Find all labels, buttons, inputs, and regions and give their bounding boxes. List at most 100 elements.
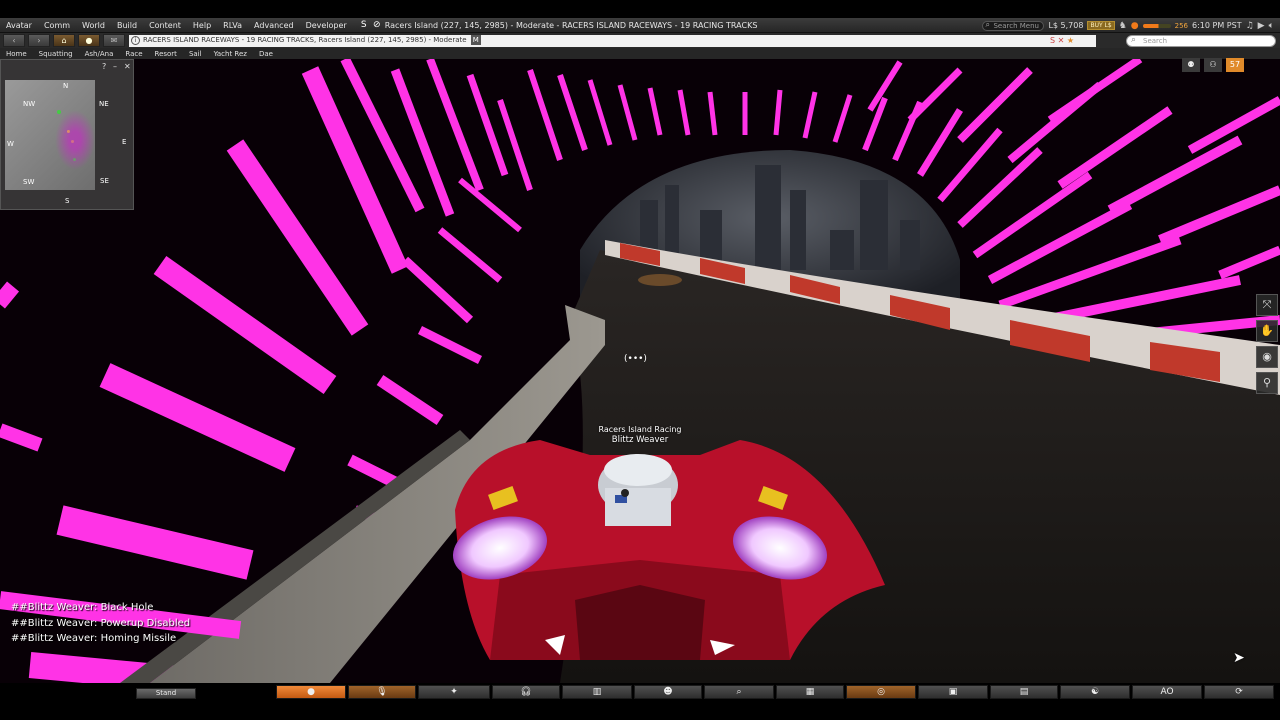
location-input[interactable]: i RACERS ISLAND RACEWAYS - 19 RACING TRA… — [129, 34, 484, 47]
nametag-group: Racers Island Racing — [598, 425, 682, 434]
nametag-name: Blittz Weaver — [611, 435, 669, 445]
favorite-sail[interactable]: Sail — [183, 50, 208, 58]
favorite-resort[interactable]: Resort — [149, 50, 183, 58]
status-area: Search Menu L$ 5,708 BUY L$ ♞ ● 256 6:10… — [982, 18, 1280, 33]
move-icon[interactable]: ⤧ — [1256, 294, 1278, 316]
parcel-flags: S ✕ ★ — [1050, 35, 1074, 47]
bandwidth-meter[interactable] — [1142, 23, 1171, 28]
favorite-ash-ana[interactable]: Ash/Ana — [79, 50, 120, 58]
favorite-yacht-rez[interactable]: Yacht Rez — [208, 50, 253, 58]
search-icon[interactable]: ⌕ — [704, 685, 774, 699]
info-icon[interactable]: i — [131, 35, 140, 45]
chat-line: ##Blittz Weaver: Black Hole — [11, 602, 154, 613]
compass-se: SE — [100, 177, 109, 185]
play-icon[interactable]: ▶ — [1258, 21, 1265, 31]
settings-icon[interactable]: ⟳ — [1204, 685, 1274, 699]
back-button[interactable]: ‹ — [3, 34, 25, 47]
camera-view-icon[interactable]: ◉ — [1256, 346, 1278, 368]
avatar-dot — [67, 130, 70, 133]
forward-button[interactable]: › — [28, 34, 50, 47]
voice-indicator: (•••) — [624, 354, 647, 364]
notification-count[interactable]: 57 — [1226, 58, 1244, 72]
location-text: RACERS ISLAND RACEWAYS - 19 RACING TRACK… — [143, 35, 467, 44]
camera-icon[interactable]: ▣ — [918, 685, 988, 699]
avatar-status-icon[interactable]: ♞ — [1119, 21, 1127, 31]
ao-label: AO — [1160, 687, 1174, 697]
map-icon[interactable]: ▦ — [776, 685, 844, 699]
region-title[interactable]: S ⊘ Racers Island (227, 145, 2985) - Mod… — [359, 20, 758, 30]
chat-bubble-icon[interactable]: ● — [276, 685, 346, 699]
tunnel-scene — [0, 59, 1280, 683]
menu-world[interactable]: World — [76, 18, 111, 33]
gesture-icon[interactable]: ✋ — [1256, 320, 1278, 342]
chat-line: ##Blittz Weaver: Powerup Disabled — [11, 617, 191, 629]
friends-icon[interactable]: ⚉ — [1182, 58, 1200, 72]
minimap-minimize-button[interactable]: – — [113, 62, 117, 71]
avatar-dot — [71, 140, 74, 143]
fps-value: 256 — [1174, 21, 1189, 30]
minimap-terrain[interactable] — [5, 80, 95, 190]
compass-nw: NW — [23, 100, 36, 108]
bottom-toolbar: Stand ● 🎙︎ ✦ 🎧︎ ▥ ☻ ⌕ ▦ ◎ ▣ ▤ ☯ AO ⟳ — [0, 683, 1280, 700]
clock: 6:10 PM PST — [1192, 21, 1242, 30]
compass-s: S — [65, 197, 70, 205]
favorite-squatting[interactable]: Squatting — [33, 50, 79, 58]
menu-avatar[interactable]: Avatar — [0, 18, 38, 33]
microphone-icon[interactable]: 🎙︎ — [348, 685, 416, 699]
volume-icon[interactable]: 🔈︎ — [1269, 21, 1274, 31]
avatar-nametag: Racers Island Racing Blittz Weaver — [570, 424, 710, 446]
avatar-icon[interactable]: ☯ — [1060, 685, 1130, 699]
nav-search-input[interactable]: Search — [1126, 34, 1276, 47]
gesture-icon[interactable]: ✦ — [418, 685, 490, 699]
people-icon[interactable]: ☻ — [634, 685, 702, 699]
menu-comm[interactable]: Comm — [38, 18, 76, 33]
minimap-help-button[interactable]: ? — [102, 62, 106, 71]
menu-advanced[interactable]: Advanced — [248, 18, 300, 33]
menu-content[interactable]: Content — [143, 18, 187, 33]
favorite-race[interactable]: Race — [119, 50, 148, 58]
balance[interactable]: L$ 5,708 — [1048, 21, 1083, 30]
landmark-button[interactable]: ✉ — [103, 34, 125, 47]
maturity-badge: M — [470, 34, 481, 45]
3d-viewport[interactable] — [0, 59, 1280, 683]
search-menu-input[interactable]: Search Menu — [982, 20, 1045, 31]
chat-line: ##Blittz Weaver: Homing Missile — [11, 633, 177, 644]
ao-button[interactable]: AO — [1132, 685, 1202, 699]
compass-n: N — [63, 82, 69, 90]
distant-racer — [638, 274, 682, 286]
region-title-text: Racers Island (227, 145, 2985) - Moderat… — [384, 20, 758, 30]
bandwidth-icon[interactable]: ● — [1131, 21, 1139, 31]
menu-developer[interactable]: Developer — [300, 18, 353, 33]
home-button[interactable]: ⌂ — [53, 34, 75, 47]
headset-icon[interactable]: 🎧︎ — [492, 685, 560, 699]
menu-rlva[interactable]: RLVa — [217, 18, 248, 33]
favorite-star-icon[interactable]: ★ — [1067, 36, 1074, 45]
minimap-close-button[interactable]: ✕ — [124, 62, 131, 71]
no-script-icon[interactable]: S — [1050, 36, 1055, 45]
menu-help[interactable]: Help — [187, 18, 217, 33]
right-toolbar: ⤧ ✋ ◉ ⚲ — [1256, 294, 1278, 394]
inventory-icon[interactable]: ▤ — [990, 685, 1058, 699]
notification-icons: ⚉ ⚇ 57 — [1182, 58, 1244, 72]
no-push-icon: ⊘ — [372, 20, 381, 30]
book-icon[interactable]: ▥ — [562, 685, 632, 699]
media-icon[interactable]: ♫ — [1246, 21, 1254, 31]
no-build-icon[interactable]: ✕ — [1058, 36, 1065, 45]
stand-button[interactable]: Stand — [136, 688, 196, 699]
compass-w: W — [7, 140, 14, 148]
radar-icon[interactable]: ◎ — [846, 685, 916, 699]
favorite-home[interactable]: Home — [0, 50, 33, 58]
compass-sw: SW — [23, 178, 35, 186]
script-icon[interactable]: S — [359, 20, 369, 30]
places-pin-icon[interactable]: ⚲ — [1256, 372, 1278, 394]
favorite-dae[interactable]: Dae — [253, 50, 279, 58]
group-icon[interactable]: ⚇ — [1204, 58, 1222, 72]
compass-e: E — [122, 138, 127, 146]
navigation-bar: ‹ › ⌂ ● ✉ i RACERS ISLAND RACEWAYS - 19 … — [0, 33, 1280, 48]
menu-build[interactable]: Build — [111, 18, 143, 33]
avatar-dot — [73, 158, 76, 161]
teleport-history-button[interactable]: ● — [78, 34, 100, 47]
buy-currency-button[interactable]: BUY L$ — [1087, 21, 1115, 30]
minimap-panel[interactable]: ? – ✕ N NE NW E W SW SE S — [0, 59, 134, 210]
avatar-dot — [57, 110, 61, 114]
